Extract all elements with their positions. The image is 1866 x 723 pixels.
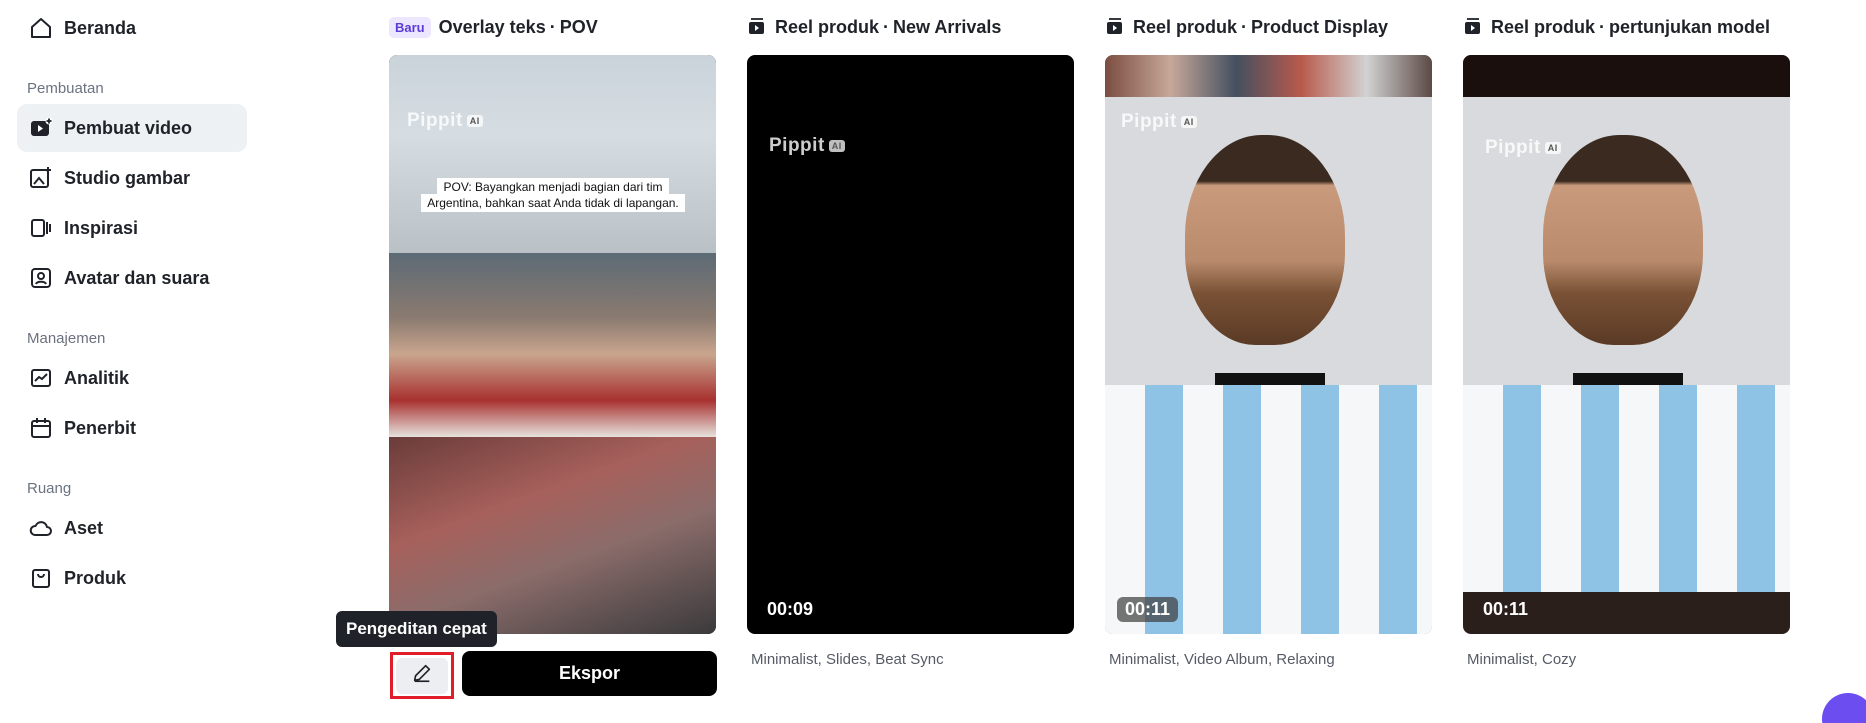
card-title: Baru Overlay teks · POV <box>389 14 598 40</box>
player-portrait <box>1543 135 1703 345</box>
duration-label: 00:11 <box>1483 599 1529 619</box>
new-badge: Baru <box>389 16 431 38</box>
inspiration-icon <box>28 215 54 241</box>
template-thumbnail[interactable]: Pippit AI POV: Bayangkan menjadi bagian d… <box>389 55 716 634</box>
template-icon <box>1463 17 1483 37</box>
home-icon <box>28 15 54 41</box>
sidebar-item-label: Pembuat video <box>64 117 193 138</box>
quick-edit-tooltip: Pengeditan cepat <box>336 611 497 647</box>
card-variant: New Arrivals <box>893 16 1002 37</box>
template-icon <box>1105 17 1125 37</box>
avatar-icon <box>28 265 54 291</box>
sidebar-item-label: Aset <box>64 517 104 538</box>
style-tags: Minimalist, Video Album, Relaxing <box>1109 651 1335 668</box>
pencil-icon <box>411 662 433 689</box>
title-separator: · <box>549 16 556 37</box>
section-title-creation: Pembuatan <box>27 80 104 97</box>
sidebar-item-home[interactable]: Beranda <box>17 4 247 52</box>
sidebar-item-video-maker[interactable]: Pembuat video <box>17 104 247 152</box>
pippit-watermark: Pippit AI <box>1485 137 1561 159</box>
card-name: Reel produk <box>1133 16 1238 37</box>
card-variant: POV <box>559 16 598 37</box>
style-tags: Minimalist, Slides, Beat Sync <box>751 651 944 668</box>
title-separator: · <box>883 16 890 37</box>
sidebar-item-avatar-voice[interactable]: Avatar dan suara <box>17 254 247 302</box>
sidebar-item-inspiration[interactable]: Inspirasi <box>17 204 247 252</box>
floating-action-button[interactable] <box>1822 693 1866 723</box>
card-variant: Product Display <box>1251 16 1389 37</box>
section-title-management: Manajemen <box>27 330 106 347</box>
duration-label: 00:11 <box>1117 597 1179 622</box>
section-title-space: Ruang <box>27 480 72 497</box>
sidebar-item-publisher[interactable]: Penerbit <box>17 404 247 452</box>
pippit-watermark: Pippit AI <box>769 135 845 157</box>
crowd-strip-image <box>1105 55 1432 97</box>
calendar-icon <box>28 415 54 441</box>
card-name: Reel produk <box>1491 16 1596 37</box>
sidebar-item-label: Penerbit <box>64 417 137 438</box>
style-tags: Minimalist, Cozy <box>1467 651 1577 668</box>
export-button[interactable]: Ekspor <box>462 651 717 696</box>
player-portrait <box>1185 135 1345 345</box>
template-thumbnail[interactable]: Pippit AI 00:11 <box>1105 55 1432 634</box>
sidebar-item-label: Avatar dan suara <box>64 267 210 288</box>
dark-strip <box>1463 55 1790 97</box>
sidebar-item-assets[interactable]: Aset <box>17 504 247 552</box>
sidebar-item-label: Analitik <box>64 367 130 388</box>
sidebar-item-analytics[interactable]: Analitik <box>17 354 247 402</box>
sidebar-item-label: Produk <box>64 567 127 588</box>
template-thumbnail[interactable]: Pippit AI 00:09 <box>747 55 1074 634</box>
pippit-watermark: Pippit AI <box>407 110 483 132</box>
pippit-watermark: Pippit AI <box>1121 111 1197 133</box>
bag-icon <box>28 565 54 591</box>
template-icon <box>747 17 767 37</box>
cloud-icon <box>28 515 54 541</box>
card-variant: pertunjukan model <box>1609 16 1771 37</box>
fans-crowd-image <box>389 253 716 437</box>
card-name: Reel produk <box>775 16 880 37</box>
card-title: Reel produk · pertunjukan model <box>1463 14 1770 40</box>
template-thumbnail[interactable]: Pippit AI 00:11 <box>1463 55 1790 634</box>
title-separator: · <box>1599 16 1606 37</box>
blurred-stadium-image <box>389 55 716 253</box>
sidebar-item-label: Studio gambar <box>64 167 191 188</box>
card-title: Reel produk · Product Display <box>1105 14 1388 40</box>
title-separator: · <box>1241 16 1248 37</box>
card-title: Reel produk · New Arrivals <box>747 14 1001 40</box>
card-name: Overlay teks <box>438 16 546 37</box>
sidebar-item-label: Inspirasi <box>64 217 139 238</box>
chart-icon <box>28 365 54 391</box>
duration-label: 00:09 <box>767 599 814 619</box>
blurred-crowd-image <box>389 437 716 634</box>
sidebar-item-image-studio[interactable]: Studio gambar <box>17 154 247 202</box>
sidebar: Beranda Pembuatan Pembuat video Studio g… <box>0 0 260 723</box>
pov-caption: POV: Bayangkan menjadi bagian dari tim A… <box>415 178 691 212</box>
quick-edit-button[interactable] <box>390 652 454 699</box>
sidebar-item-label: Beranda <box>64 17 137 38</box>
sidebar-item-products[interactable]: Produk <box>17 554 247 602</box>
image-plus-icon <box>28 165 54 191</box>
video-plus-icon <box>28 115 54 141</box>
